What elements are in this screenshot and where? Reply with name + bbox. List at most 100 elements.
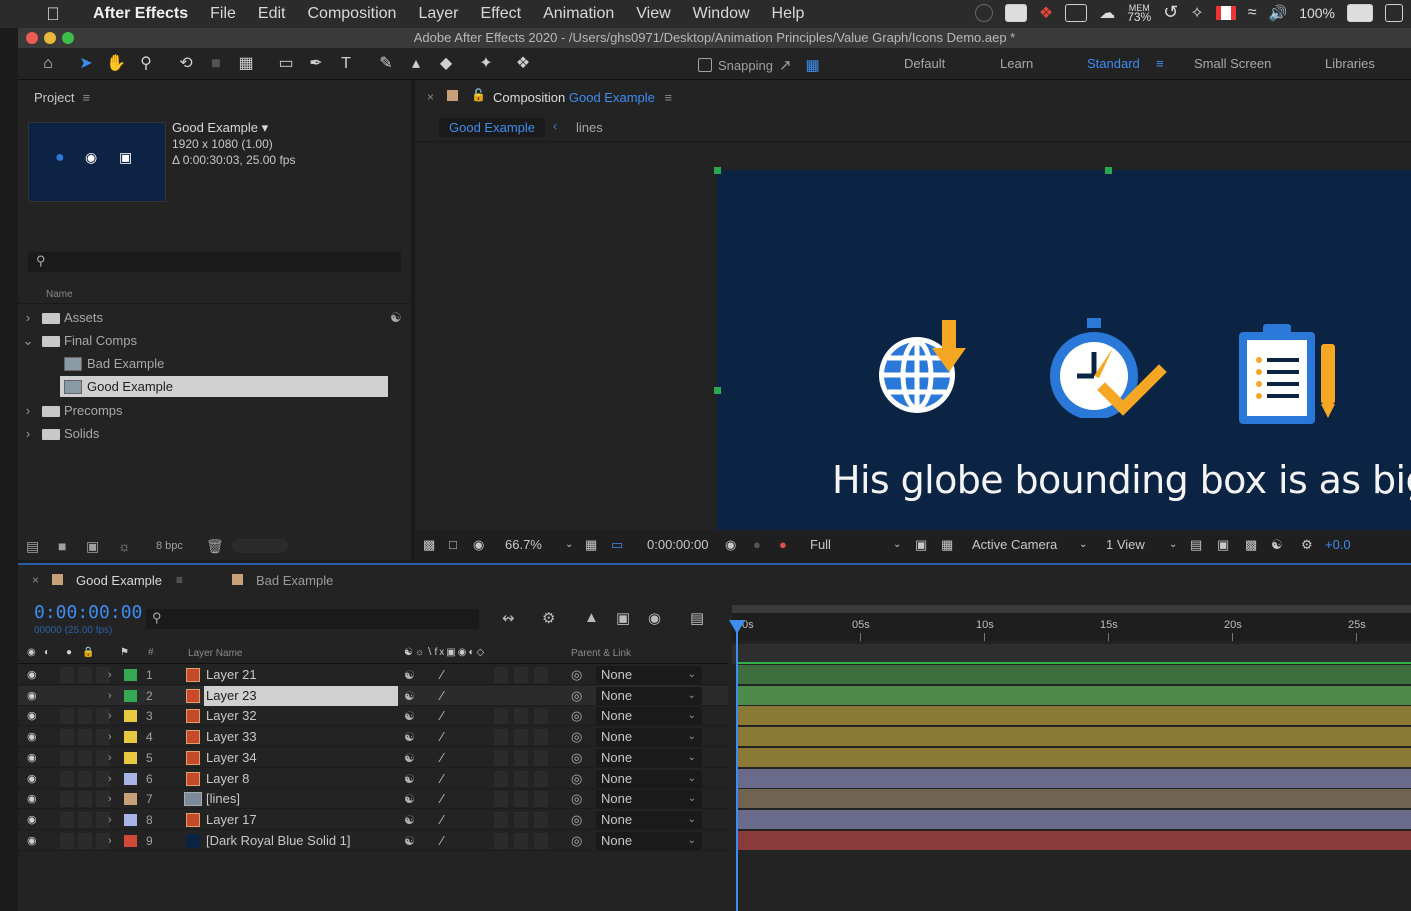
audio-switch[interactable] [60, 687, 74, 704]
fx-switch[interactable] [494, 791, 508, 808]
monitor-icon[interactable]: □ [449, 537, 457, 552]
parent-select[interactable]: None ⌄ [596, 790, 702, 809]
fast-previews-icon[interactable]: ▣ [1217, 537, 1229, 553]
transparency-grid-icon[interactable]: ▦ [941, 537, 953, 553]
visibility-eye-icon[interactable]: ◉ [27, 706, 37, 726]
motion-blur-switch[interactable] [514, 791, 528, 808]
show-snapshot-icon[interactable]: ● [753, 537, 761, 552]
solo-switch[interactable] [78, 708, 92, 725]
cmd-icon[interactable] [1004, 3, 1027, 22]
interpret-footage-icon[interactable]: ▤ [26, 538, 39, 555]
battery-icon[interactable] [1347, 3, 1373, 22]
visibility-eye-icon[interactable]: ◉ [27, 665, 37, 685]
menu-help[interactable]: Help [761, 5, 816, 23]
audio-switch[interactable] [60, 729, 74, 746]
chevron-right-icon[interactable]: › [108, 727, 112, 747]
label-column-icon[interactable]: ⚑ [120, 647, 129, 658]
chevron-right-icon[interactable]: › [108, 686, 112, 706]
view-layout-select[interactable]: 1 View [1106, 537, 1145, 552]
fx-switch[interactable] [494, 667, 508, 683]
layer-row[interactable]: ◉ › 9 [Dark Royal Blue Solid 1] ☯ ∕ ◎ None ⌄ [18, 831, 728, 851]
menu-window[interactable]: Window [682, 5, 761, 23]
project-item-assets[interactable]: › Assets ☯ [18, 307, 411, 329]
fx-switch[interactable] [494, 729, 508, 746]
type-tool-icon[interactable]: T [336, 54, 356, 74]
lock-toggle-icon[interactable]: 🔒 [82, 647, 94, 658]
label-color-swatch[interactable] [124, 689, 137, 702]
dropbox-icon[interactable]: ❖ [1039, 3, 1053, 23]
layer-name-header[interactable]: Layer Name [188, 648, 242, 659]
channel-icon[interactable]: ● [779, 537, 787, 552]
solo-switch[interactable] [78, 667, 92, 683]
3d-switch[interactable] [534, 687, 548, 704]
workspace-small-screen[interactable]: Small Screen [1194, 56, 1271, 71]
layer-duration-bar[interactable] [736, 685, 1411, 705]
menu-view[interactable]: View [625, 5, 681, 23]
fx-switch[interactable] [494, 811, 508, 828]
timeline-icon[interactable]: ▩ [1245, 537, 1257, 553]
snapshot-icon[interactable]: ◉ [725, 537, 736, 553]
visibility-eye-icon[interactable]: ◉ [27, 686, 37, 706]
pickwhip-icon[interactable]: ◎ [571, 789, 582, 809]
layer-row[interactable]: ◉ › 5 Layer 34 ☯ ∕ ◎ None ⌄ [18, 748, 728, 768]
flowchart-icon[interactable]: ☯ [390, 307, 402, 329]
composition-tab[interactable]: Composition Good Example ≡ [493, 90, 672, 105]
stopwatch-icon[interactable] [1047, 318, 1167, 418]
screen-icon[interactable] [1065, 3, 1088, 22]
layer-name[interactable]: Layer 32 [206, 706, 257, 726]
eraser-tool-icon[interactable]: ◆ [436, 54, 456, 74]
solo-switch[interactable] [78, 832, 92, 849]
motion-blur-switch[interactable] [514, 811, 528, 828]
project-item-good-example[interactable]: Good Example [18, 376, 411, 398]
lock-icon[interactable]: 🔓 [471, 88, 486, 102]
solo-switch[interactable] [78, 811, 92, 828]
safe-margins-icon[interactable]: ▦ [585, 537, 597, 553]
pickwhip-icon[interactable]: ◎ [571, 706, 582, 726]
project-search-input[interactable]: ⚲ [28, 252, 401, 272]
thumbnail-size-slider[interactable] [232, 539, 288, 553]
layer-duration-bar[interactable] [736, 789, 1411, 809]
layer-duration-bar[interactable] [736, 727, 1411, 747]
exposure-value[interactable]: +0.0 [1325, 537, 1351, 552]
quality-switch-icon[interactable]: ∕ [441, 727, 443, 747]
project-item-final-comps[interactable]: ⌄ Final Comps [18, 330, 411, 352]
current-time-display[interactable]: 0:00:00:00 [34, 602, 142, 623]
visibility-eye-icon[interactable]: ◉ [27, 810, 37, 830]
label-color-swatch[interactable] [124, 751, 137, 764]
layer-name[interactable]: Layer 33 [206, 727, 257, 747]
layer-duration-bar[interactable] [736, 747, 1411, 767]
solo-switch[interactable] [78, 729, 92, 746]
audio-switch[interactable] [60, 811, 74, 828]
workspace-default[interactable]: Default [904, 56, 945, 71]
resolution-select[interactable]: Full [810, 537, 831, 552]
wifi-icon[interactable]: ≈ [1248, 4, 1257, 22]
shy-switch-icon[interactable]: ☯ [404, 769, 415, 789]
layer-name[interactable]: Layer 21 [206, 665, 257, 685]
layer-row[interactable]: ◉ › 3 Layer 32 ☯ ∕ ◎ None ⌄ [18, 706, 728, 727]
pan-behind-tool-icon[interactable]: ▦ [236, 54, 256, 74]
frame-blending-icon[interactable]: ▣ [616, 609, 630, 627]
close-tab-icon[interactable]: × [32, 573, 39, 587]
bounding-box-handle[interactable] [714, 387, 721, 394]
solo-toggle-icon[interactable]: ● [66, 647, 72, 658]
parent-select[interactable]: None ⌄ [596, 686, 702, 705]
parent-select[interactable]: None ⌄ [596, 769, 702, 788]
close-tab-icon[interactable]: × [427, 90, 434, 104]
layer-duration-bar[interactable] [736, 665, 1411, 684]
roto-brush-tool-icon[interactable]: ✦ [476, 54, 496, 74]
snapping-checkbox[interactable] [698, 58, 712, 72]
solo-switch[interactable] [78, 770, 92, 787]
menu-animation[interactable]: Animation [532, 5, 625, 23]
project-item-precomps[interactable]: › Precomps [18, 400, 411, 422]
quality-switch-icon[interactable]: ∕ [441, 789, 443, 809]
shy-switch-icon[interactable]: ☯ [404, 665, 415, 685]
motion-blur-icon[interactable]: ◉ [648, 609, 661, 627]
3d-switch[interactable] [534, 811, 548, 828]
video-toggle-icon[interactable]: ◉ [27, 647, 36, 658]
flowchart-icon[interactable]: ☯ [1271, 537, 1283, 553]
menu-layer[interactable]: Layer [407, 5, 469, 23]
solo-switch[interactable] [78, 749, 92, 766]
quality-switch-icon[interactable]: ∕ [441, 748, 443, 768]
parent-select[interactable]: None ⌄ [596, 831, 702, 850]
clipboard-icon[interactable] [1235, 322, 1345, 427]
